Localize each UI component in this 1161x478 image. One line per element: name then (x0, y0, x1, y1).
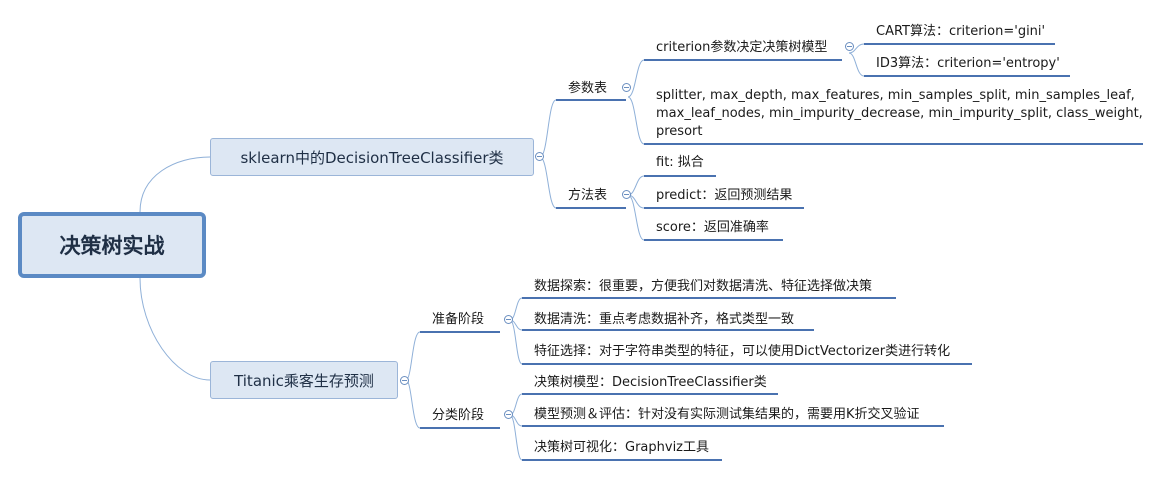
collapse-toggle-icon[interactable] (622, 83, 631, 92)
collapse-toggle-icon[interactable] (400, 376, 409, 385)
predict-leaf[interactable]: predict：返回预测结果 (656, 187, 792, 205)
cart-leaf[interactable]: CART算法：criterion='gini' (876, 23, 1045, 41)
clean-leaf[interactable]: 数据清洗：重点考虑数据补齐，格式类型一致 (534, 311, 794, 329)
root-node[interactable]: 决策树实战 (18, 212, 206, 278)
criterion-node[interactable]: criterion参数决定决策树模型 (656, 39, 827, 57)
branch-titanic-node[interactable]: Titanic乘客生存预测 (210, 361, 398, 399)
collapse-toggle-icon[interactable] (622, 190, 631, 199)
fit-leaf[interactable]: fit: 拟合 (656, 154, 704, 172)
prep-node[interactable]: 准备阶段 (432, 311, 484, 329)
feature-leaf[interactable]: 特征选择：对于字符串类型的特征，可以使用DictVectorizer类进行转化 (534, 343, 950, 361)
other-params-line-3: presort (656, 124, 703, 139)
collapse-toggle-icon[interactable] (504, 315, 513, 324)
methods-node[interactable]: 方法表 (568, 187, 607, 205)
root-label: 决策树实战 (59, 234, 165, 258)
other-params-leaf[interactable]: splitter, max_depth, max_features, min_s… (656, 87, 1143, 141)
id3-leaf[interactable]: ID3算法：criterion='entropy' (876, 55, 1060, 73)
explore-leaf[interactable]: 数据探索：很重要，方便我们对数据清洗、特征选择做决策 (534, 278, 872, 296)
collapse-toggle-icon[interactable] (845, 42, 854, 51)
branch-sklearn-node[interactable]: sklearn中的DecisionTreeClassifier类 (210, 138, 534, 176)
branch-sklearn-label: sklearn中的DecisionTreeClassifier类 (240, 148, 504, 167)
classify-node[interactable]: 分类阶段 (432, 407, 484, 425)
params-node[interactable]: 参数表 (568, 80, 607, 98)
other-params-line-2: max_leaf_nodes, min_impurity_decrease, m… (656, 106, 1143, 121)
eval-leaf[interactable]: 模型预测＆评估：针对没有实际测试集结果的，需要用K折交叉验证 (534, 406, 920, 424)
model-leaf[interactable]: 决策树模型：DecisionTreeClassifier类 (534, 374, 767, 392)
score-leaf[interactable]: score：返回准确率 (656, 219, 769, 237)
collapse-toggle-icon[interactable] (504, 410, 513, 419)
other-params-line-1: splitter, max_depth, max_features, min_s… (656, 88, 1135, 103)
viz-leaf[interactable]: 决策树可视化：Graphviz工具 (534, 439, 709, 457)
branch-titanic-label: Titanic乘客生存预测 (234, 371, 374, 390)
collapse-toggle-icon[interactable] (535, 152, 544, 161)
